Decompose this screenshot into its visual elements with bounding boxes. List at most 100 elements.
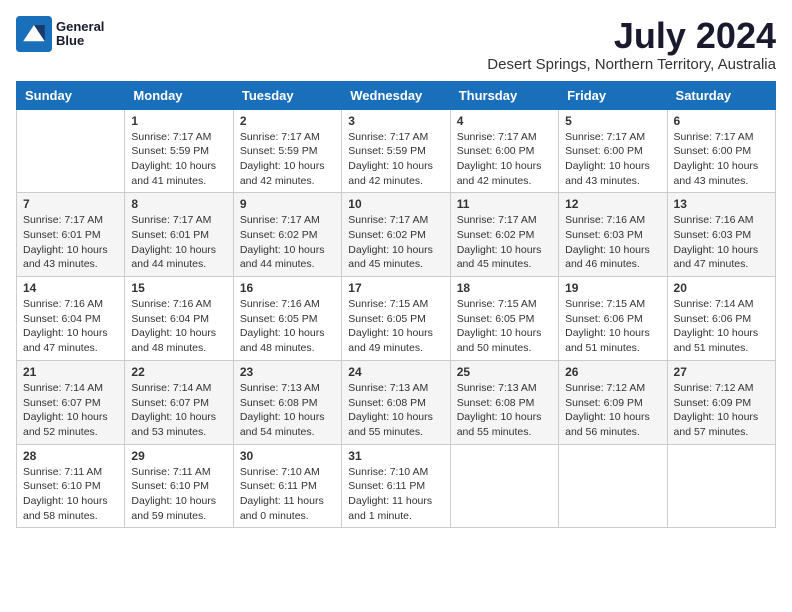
day-info: Sunrise: 7:17 AMSunset: 6:02 PMDaylight:… — [457, 213, 552, 272]
calendar-week-4: 21 Sunrise: 7:14 AMSunset: 6:07 PMDayligh… — [17, 360, 776, 444]
day-info: Sunrise: 7:16 AMSunset: 6:03 PMDaylight:… — [565, 213, 660, 272]
calendar-cell: 18 Sunrise: 7:15 AMSunset: 6:05 PMDayligh… — [450, 277, 558, 361]
day-number: 19 — [565, 281, 660, 295]
day-info: Sunrise: 7:17 AMSunset: 6:02 PMDaylight:… — [348, 213, 443, 272]
day-info: Sunrise: 7:17 AMSunset: 6:02 PMDaylight:… — [240, 213, 335, 272]
calendar-week-2: 7 Sunrise: 7:17 AMSunset: 6:01 PMDaylight… — [17, 193, 776, 277]
calendar-cell — [559, 444, 667, 528]
day-number: 8 — [131, 197, 226, 211]
calendar-header-friday: Friday — [559, 81, 667, 109]
day-number: 24 — [348, 365, 443, 379]
day-info: Sunrise: 7:16 AMSunset: 6:04 PMDaylight:… — [131, 297, 226, 356]
calendar-cell: 5 Sunrise: 7:17 AMSunset: 6:00 PMDaylight… — [559, 109, 667, 193]
calendar-cell: 24 Sunrise: 7:13 AMSunset: 6:08 PMDayligh… — [342, 360, 450, 444]
logo-line1: General — [56, 20, 104, 34]
title-section: July 2024 Desert Springs, Northern Terri… — [487, 16, 776, 73]
calendar-cell: 10 Sunrise: 7:17 AMSunset: 6:02 PMDayligh… — [342, 193, 450, 277]
day-number: 21 — [23, 365, 118, 379]
calendar-cell — [667, 444, 775, 528]
page-header: General Blue July 2024 Desert Springs, N… — [16, 16, 776, 73]
day-info: Sunrise: 7:13 AMSunset: 6:08 PMDaylight:… — [240, 381, 335, 440]
day-info: Sunrise: 7:16 AMSunset: 6:04 PMDaylight:… — [23, 297, 118, 356]
subtitle: Desert Springs, Northern Territory, Aust… — [487, 56, 776, 73]
calendar-week-3: 14Sunrise: 7:16 AMSunset: 6:04 PMDayligh… — [17, 277, 776, 361]
day-number: 22 — [131, 365, 226, 379]
calendar-cell: 9 Sunrise: 7:17 AMSunset: 6:02 PMDaylight… — [233, 193, 341, 277]
day-info: Sunrise: 7:13 AMSunset: 6:08 PMDaylight:… — [348, 381, 443, 440]
calendar-cell: 30Sunrise: 7:10 AMSunset: 6:11 PMDayligh… — [233, 444, 341, 528]
calendar-cell: 27Sunrise: 7:12 AMSunset: 6:09 PMDayligh… — [667, 360, 775, 444]
day-number: 6 — [674, 114, 769, 128]
calendar-cell: 8Sunrise: 7:17 AMSunset: 6:01 PMDaylight… — [125, 193, 233, 277]
day-info: Sunrise: 7:17 AMSunset: 5:59 PMDaylight:… — [131, 130, 226, 189]
day-number: 7 — [23, 197, 118, 211]
logo-text: General Blue — [56, 20, 104, 49]
day-number: 17 — [348, 281, 443, 295]
calendar-header-monday: Monday — [125, 81, 233, 109]
day-number: 30 — [240, 449, 335, 463]
logo-line2: Blue — [56, 34, 104, 48]
day-info: Sunrise: 7:15 AMSunset: 6:06 PMDaylight:… — [565, 297, 660, 356]
calendar-header-sunday: Sunday — [17, 81, 125, 109]
calendar-cell: 23 Sunrise: 7:13 AMSunset: 6:08 PMDayligh… — [233, 360, 341, 444]
day-number: 10 — [348, 197, 443, 211]
day-info: Sunrise: 7:14 AMSunset: 6:07 PMDaylight:… — [131, 381, 226, 440]
calendar-cell: 12 Sunrise: 7:16 AMSunset: 6:03 PMDayligh… — [559, 193, 667, 277]
day-number: 31 — [348, 449, 443, 463]
day-info: Sunrise: 7:14 AMSunset: 6:07 PMDaylight:… — [23, 381, 118, 440]
day-info: Sunrise: 7:15 AMSunset: 6:05 PMDaylight:… — [348, 297, 443, 356]
day-number: 4 — [457, 114, 552, 128]
calendar-cell: 6 Sunrise: 7:17 AMSunset: 6:00 PMDaylight… — [667, 109, 775, 193]
calendar-cell: 31Sunrise: 7:10 AMSunset: 6:11 PMDayligh… — [342, 444, 450, 528]
day-number: 15 — [131, 281, 226, 295]
month-title: July 2024 — [487, 16, 776, 56]
calendar-cell: 2 Sunrise: 7:17 AMSunset: 5:59 PMDaylight… — [233, 109, 341, 193]
calendar-header-thursday: Thursday — [450, 81, 558, 109]
day-number: 9 — [240, 197, 335, 211]
calendar-cell: 13Sunrise: 7:16 AMSunset: 6:03 PMDayligh… — [667, 193, 775, 277]
calendar-header-row: SundayMondayTuesdayWednesdayThursdayFrid… — [17, 81, 776, 109]
calendar-cell: 26Sunrise: 7:12 AMSunset: 6:09 PMDayligh… — [559, 360, 667, 444]
calendar-cell: 28Sunrise: 7:11 AMSunset: 6:10 PMDayligh… — [17, 444, 125, 528]
day-info: Sunrise: 7:17 AMSunset: 6:00 PMDaylight:… — [457, 130, 552, 189]
day-number: 23 — [240, 365, 335, 379]
day-number: 3 — [348, 114, 443, 128]
day-info: Sunrise: 7:16 AMSunset: 6:03 PMDaylight:… — [674, 213, 769, 272]
day-number: 26 — [565, 365, 660, 379]
day-number: 16 — [240, 281, 335, 295]
day-number: 5 — [565, 114, 660, 128]
day-number: 29 — [131, 449, 226, 463]
day-number: 2 — [240, 114, 335, 128]
calendar-cell: 29 Sunrise: 7:11 AMSunset: 6:10 PMDayligh… — [125, 444, 233, 528]
calendar-cell: 14Sunrise: 7:16 AMSunset: 6:04 PMDayligh… — [17, 277, 125, 361]
calendar-cell: 4 Sunrise: 7:17 AMSunset: 6:00 PMDaylight… — [450, 109, 558, 193]
calendar-cell: 11 Sunrise: 7:17 AMSunset: 6:02 PMDayligh… — [450, 193, 558, 277]
day-info: Sunrise: 7:17 AMSunset: 5:59 PMDaylight:… — [240, 130, 335, 189]
day-number: 18 — [457, 281, 552, 295]
day-info: Sunrise: 7:14 AMSunset: 6:06 PMDaylight:… — [674, 297, 769, 356]
day-number: 20 — [674, 281, 769, 295]
day-info: Sunrise: 7:17 AMSunset: 6:00 PMDaylight:… — [674, 130, 769, 189]
calendar-cell: 15 Sunrise: 7:16 AMSunset: 6:04 PMDayligh… — [125, 277, 233, 361]
day-number: 12 — [565, 197, 660, 211]
calendar-cell: 3Sunrise: 7:17 AMSunset: 5:59 PMDaylight… — [342, 109, 450, 193]
day-info: Sunrise: 7:11 AMSunset: 6:10 PMDaylight:… — [23, 465, 118, 524]
day-info: Sunrise: 7:16 AMSunset: 6:05 PMDaylight:… — [240, 297, 335, 356]
calendar-header-wednesday: Wednesday — [342, 81, 450, 109]
calendar-week-1: 1 Sunrise: 7:17 AMSunset: 5:59 PMDaylight… — [17, 109, 776, 193]
calendar-cell: 22 Sunrise: 7:14 AMSunset: 6:07 PMDayligh… — [125, 360, 233, 444]
calendar-cell — [17, 109, 125, 193]
logo-icon — [16, 16, 52, 52]
calendar-cell: 16 Sunrise: 7:16 AMSunset: 6:05 PMDayligh… — [233, 277, 341, 361]
calendar-cell: 25Sunrise: 7:13 AMSunset: 6:08 PMDayligh… — [450, 360, 558, 444]
day-info: Sunrise: 7:17 AMSunset: 6:00 PMDaylight:… — [565, 130, 660, 189]
day-info: Sunrise: 7:12 AMSunset: 6:09 PMDaylight:… — [674, 381, 769, 440]
calendar-cell: 19 Sunrise: 7:15 AMSunset: 6:06 PMDayligh… — [559, 277, 667, 361]
day-info: Sunrise: 7:11 AMSunset: 6:10 PMDaylight:… — [131, 465, 226, 524]
calendar-cell: 20 Sunrise: 7:14 AMSunset: 6:06 PMDayligh… — [667, 277, 775, 361]
day-number: 11 — [457, 197, 552, 211]
day-number: 1 — [131, 114, 226, 128]
day-info: Sunrise: 7:15 AMSunset: 6:05 PMDaylight:… — [457, 297, 552, 356]
day-info: Sunrise: 7:17 AMSunset: 6:01 PMDaylight:… — [23, 213, 118, 272]
calendar-header-saturday: Saturday — [667, 81, 775, 109]
